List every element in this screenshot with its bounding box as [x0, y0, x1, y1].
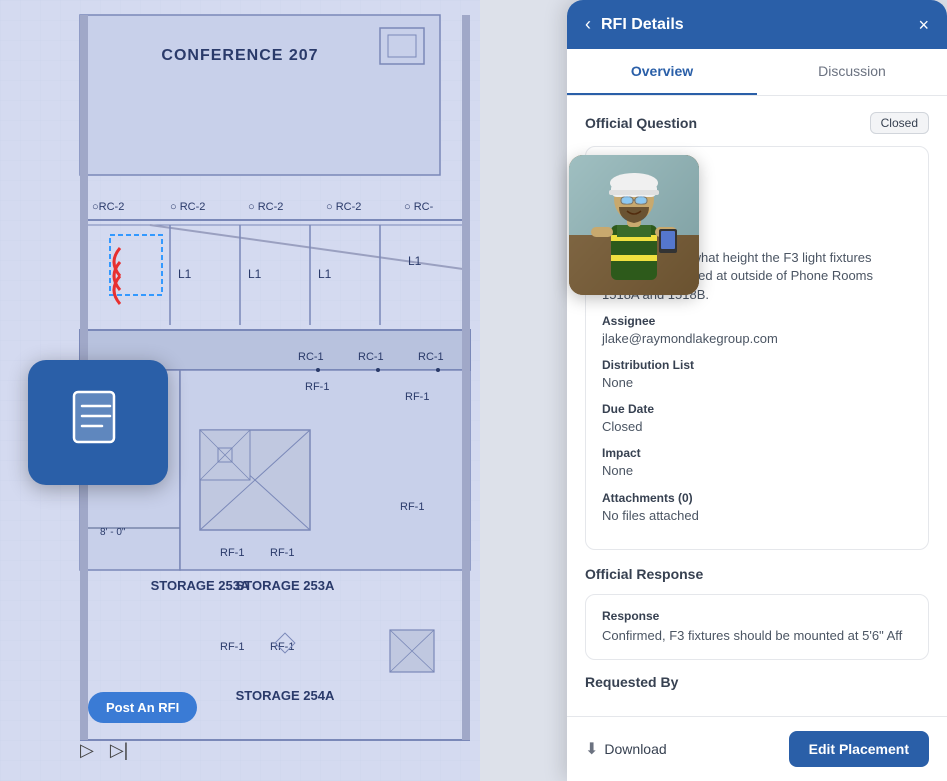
svg-text:RF-1: RF-1: [305, 381, 329, 393]
svg-text:○ RC-2: ○ RC-2: [170, 201, 205, 213]
svg-text:L1: L1: [248, 267, 262, 281]
worker-profile-image: [569, 155, 699, 295]
svg-text:RF-1: RF-1: [220, 547, 244, 559]
panel-title: RFI Details: [601, 16, 684, 34]
panel-footer: ⬇ Download Edit Placement: [567, 716, 947, 781]
distribution-list-field: Distribution List None: [602, 358, 912, 392]
requested-by-label: Requested By: [585, 674, 929, 690]
skip-button[interactable]: ▷|: [110, 740, 129, 761]
assignee-field: Assignee jlake@raymondlakegroup.com: [602, 314, 912, 348]
due-date-field: Due Date Closed: [602, 402, 912, 436]
assignee-label: Assignee: [602, 314, 912, 328]
close-button[interactable]: ×: [918, 16, 929, 34]
official-question-label: Official Question: [585, 115, 697, 131]
download-icon: ⬇: [585, 739, 598, 759]
svg-text:RF-1: RF-1: [405, 391, 429, 403]
svg-text:CONFERENCE 207: CONFERENCE 207: [161, 47, 318, 64]
svg-text:L1: L1: [178, 267, 192, 281]
svg-text:STORAGE 254A: STORAGE 254A: [236, 688, 335, 703]
attachments-field: Attachments (0) No files attached: [602, 491, 912, 525]
edit-placement-button[interactable]: Edit Placement: [789, 731, 929, 767]
official-response-section: Official Response Response Confirmed, F3…: [585, 566, 929, 660]
rfi-panel: ‹ RFI Details × Overview Discussion Offi…: [567, 0, 947, 781]
response-value: Confirmed, F3 fixtures should be mounted…: [602, 627, 912, 645]
svg-text:○ RC-2: ○ RC-2: [326, 201, 361, 213]
svg-text:STORAGE 253A: STORAGE 253A: [236, 578, 335, 593]
download-button[interactable]: ⬇ Download: [585, 739, 667, 759]
document-icon: [66, 386, 130, 459]
svg-text:RC-1: RC-1: [358, 351, 384, 363]
svg-text:RF-1: RF-1: [400, 501, 424, 513]
download-label: Download: [604, 741, 666, 757]
impact-value: None: [602, 462, 912, 480]
bottom-controls: ▷ ▷|: [80, 740, 128, 761]
svg-text:○ RC-: ○ RC-: [404, 201, 434, 213]
response-card: Response Confirmed, F3 fixtures should b…: [585, 594, 929, 660]
due-date-value: Closed: [602, 418, 912, 436]
distribution-list-label: Distribution List: [602, 358, 912, 372]
svg-text:L1: L1: [318, 267, 332, 281]
attachments-value: No files attached: [602, 507, 912, 525]
rfi-icon-box: [28, 360, 168, 485]
impact-label: Impact: [602, 446, 912, 460]
tab-overview[interactable]: Overview: [567, 49, 757, 95]
blueprint-area: CONFERENCE 207 ○RC-2 ○ RC-2 ○ RC-2 ○ RC-…: [0, 0, 480, 781]
svg-text:RF-1: RF-1: [270, 547, 294, 559]
svg-text:RC-1: RC-1: [298, 351, 324, 363]
status-badge: Closed: [870, 112, 929, 134]
attachments-label: Attachments (0): [602, 491, 912, 505]
svg-text:○RC-2: ○RC-2: [92, 201, 124, 213]
post-rfi-button[interactable]: Post An RFI: [88, 692, 197, 723]
impact-field: Impact None: [602, 446, 912, 480]
main-container: CONFERENCE 207 ○RC-2 ○ RC-2 ○ RC-2 ○ RC-…: [0, 0, 947, 781]
play-button[interactable]: ▷: [80, 740, 94, 761]
distribution-list-value: None: [602, 374, 912, 392]
panel-header: ‹ RFI Details ×: [567, 0, 947, 49]
tabs-container: Overview Discussion: [567, 49, 947, 96]
due-date-label: Due Date: [602, 402, 912, 416]
svg-text:RF-1: RF-1: [220, 641, 244, 653]
official-response-label: Official Response: [585, 566, 703, 582]
tab-discussion[interactable]: Discussion: [757, 49, 947, 95]
svg-text:RC-1: RC-1: [418, 351, 444, 363]
response-label: Response: [602, 609, 912, 623]
svg-text:L1: L1: [408, 254, 422, 268]
official-question-header: Official Question Closed: [585, 112, 929, 134]
svg-text:○ RC-2: ○ RC-2: [248, 201, 283, 213]
svg-text:8' - 0": 8' - 0": [100, 527, 126, 538]
panel-header-left: ‹ RFI Details: [585, 14, 684, 35]
blueprint-bg: CONFERENCE 207 ○RC-2 ○ RC-2 ○ RC-2 ○ RC-…: [0, 0, 480, 781]
back-button[interactable]: ‹: [585, 14, 591, 35]
assignee-value: jlake@raymondlakegroup.com: [602, 330, 912, 348]
